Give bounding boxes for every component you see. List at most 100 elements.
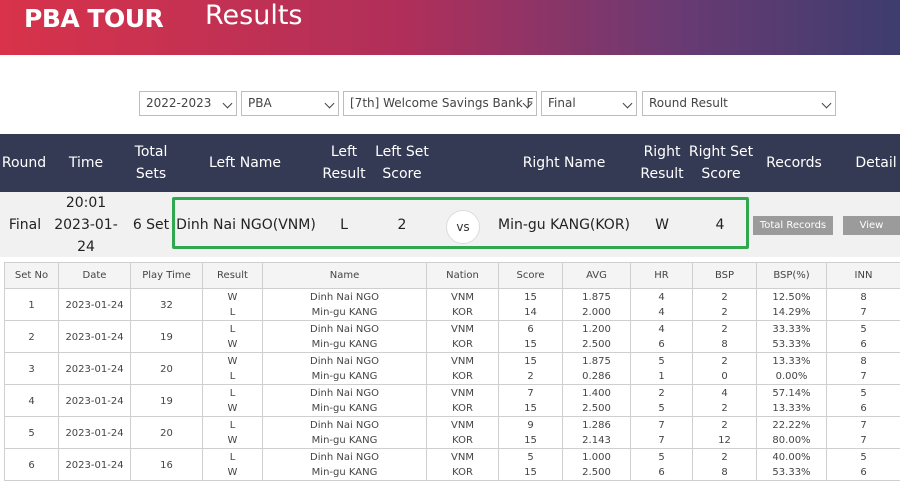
player-bsp-pct-cell: 0.00% [756,368,827,385]
player-inn-cell: 7 [826,304,900,321]
play-time-cell: 20 [130,352,203,385]
vs-badge: vs [446,210,480,244]
player-result-cell: L [202,384,263,401]
set-date-cell: 2023-01-24 [58,416,131,449]
brand-logo[interactable]: PBA TOUR [24,4,164,34]
player-bsp-cell: 8 [692,336,757,353]
player-score-cell: 9 [498,416,563,433]
player-score-cell: 15 [498,464,563,481]
player-avg-cell: 1.200 [562,320,631,337]
player-score-cell: 5 [498,448,563,465]
col-hr: HR [630,262,693,289]
tournament-select-value: [7th] Welcome Savings Bank F [350,96,534,110]
player-nation-cell: VNM [426,448,499,465]
player-avg-cell: 2.000 [562,304,631,321]
player-nation-cell: KOR [426,400,499,417]
player-avg-cell: 1.000 [562,448,631,465]
chevron-down-icon [222,98,233,109]
player-bsp-cell: 2 [692,448,757,465]
header-time: Time [68,155,104,171]
player-nation-cell: KOR [426,304,499,321]
player-nation-cell: VNM [426,384,499,401]
player-hr-cell: 2 [630,384,693,401]
player-inn-cell: 7 [826,368,900,385]
col-inn: INN [826,262,900,289]
player-bsp-cell: 0 [692,368,757,385]
player-hr-cell: 1 [630,368,693,385]
player-inn-cell: 7 [826,416,900,433]
player-bsp-pct-cell: 53.33% [756,336,827,353]
league-select[interactable]: PBA [241,91,339,116]
col-score: Score [498,262,563,289]
league-select-value: PBA [248,96,272,110]
player-result-cell: W [202,432,263,449]
header-right-result: Right Result [640,144,684,182]
player-name-cell: Min-gu KANG [262,336,427,353]
player-avg-cell: 1.875 [562,352,631,369]
player-inn-cell: 5 [826,448,900,465]
stage-select-value: Final [548,96,576,110]
player-hr-cell: 7 [630,432,693,449]
player-bsp-cell: 12 [692,432,757,449]
player-bsp-pct-cell: 12.50% [756,288,827,305]
player-score-cell: 2 [498,368,563,385]
player-hr-cell: 4 [630,304,693,321]
stage-select[interactable]: Final [541,91,637,116]
player-bsp-pct-cell: 13.33% [756,400,827,417]
player-avg-cell: 1.286 [562,416,631,433]
player-name-cell: Min-gu KANG [262,432,427,449]
player-nation-cell: VNM [426,416,499,433]
view-detail-button[interactable]: View [843,216,900,235]
set-date-cell: 2023-01-24 [58,384,131,417]
set-no-cell: 3 [4,352,59,385]
player-result-cell: L [202,448,263,465]
total-records-button[interactable]: Total Records [753,216,833,235]
player-bsp-cell: 2 [692,400,757,417]
play-time-cell: 32 [130,288,203,321]
page-title: Results [205,0,303,31]
set-no-cell: 4 [4,384,59,417]
header-detail: Detail [855,155,897,171]
view-select[interactable]: Round Result [642,91,836,116]
player-inn-cell: 5 [826,320,900,337]
set-no-cell: 5 [4,416,59,449]
player-name-cell: Dinh Nai NGO [262,288,427,305]
set-table-header-row: Set No Date Play Time Result Name Nation… [4,262,900,289]
player-hr-cell: 6 [630,336,693,353]
player-bsp-cell: 4 [692,384,757,401]
match-time: 20:01 [65,194,107,211]
chevron-down-icon [821,98,832,109]
header-records: Records [766,155,822,171]
set-date-cell: 2023-01-24 [58,288,131,321]
tournament-select[interactable]: [7th] Welcome Savings Bank F [343,91,537,116]
play-time-cell: 20 [130,416,203,449]
header-left-set-score: Left Set Score [375,144,429,182]
player-avg-cell: 1.875 [562,288,631,305]
player-result-cell: L [202,416,263,433]
col-date: Date [58,262,131,289]
player-bsp-pct-cell: 57.14% [756,384,827,401]
table-row: 1 2023-01-24 32 W Dinh Nai NGO VNM 15 1.875 4 2 12… [4,288,900,321]
player-result-cell: W [202,288,263,305]
header-right-name: Right Name [522,155,606,171]
view-select-value: Round Result [649,96,728,110]
player-bsp-cell: 8 [692,464,757,481]
player-inn-cell: 6 [826,400,900,417]
player-nation-cell: KOR [426,432,499,449]
col-set-no: Set No [4,262,59,289]
set-date-cell: 2023-01-24 [58,320,131,353]
player-name-cell: Min-gu KANG [262,400,427,417]
match-date: 2023-01-24 [54,216,118,255]
col-bsp-pct: BSP(%) [756,262,827,289]
match-total-sets: 6 Set [132,216,170,233]
chevron-down-icon [324,98,335,109]
set-date-cell: 2023-01-24 [58,352,131,385]
player-nation-cell: KOR [426,336,499,353]
player-inn-cell: 6 [826,464,900,481]
player-name-cell: Dinh Nai NGO [262,384,427,401]
player-hr-cell: 5 [630,400,693,417]
player-result-cell: L [202,320,263,337]
season-select[interactable]: 2022-2023 [139,91,237,116]
player-inn-cell: 8 [826,352,900,369]
col-play-time: Play Time [130,262,203,289]
